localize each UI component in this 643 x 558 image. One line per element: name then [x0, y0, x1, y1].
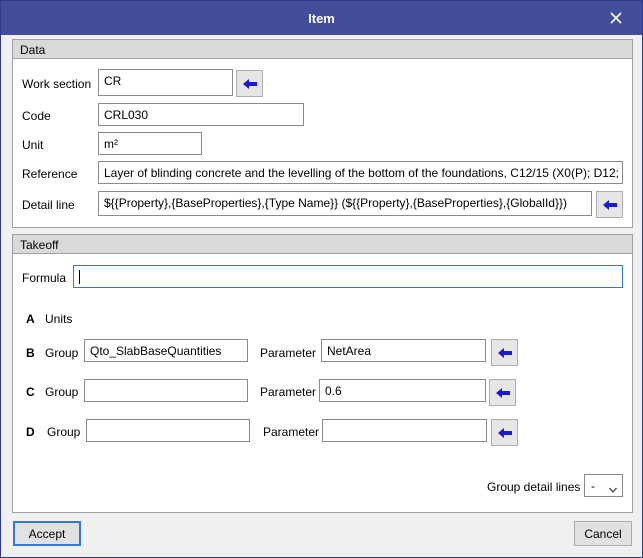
reference-field[interactable]: Layer of blinding concrete and the level…: [98, 161, 623, 184]
row-c-group-field[interactable]: [84, 379, 248, 402]
takeoff-section: Takeoff Formula A Units B Group Qto_Slab…: [12, 234, 633, 513]
text-caret: [79, 270, 80, 284]
data-section: Data Work section CR Code CRL030 Unit m²…: [12, 39, 633, 228]
unit-label: Unit: [22, 138, 44, 152]
code-field[interactable]: CRL030: [98, 103, 304, 126]
group-detail-lines-select[interactable]: -: [584, 474, 623, 497]
group-detail-lines-value: -: [591, 479, 595, 493]
arrow-left-icon: [497, 427, 512, 438]
row-b-select-button[interactable]: [491, 339, 518, 366]
row-c-select-button[interactable]: [489, 379, 516, 406]
row-c-parameter-label: Parameter: [260, 385, 317, 399]
detail-line-field[interactable]: ${{Property},{BaseProperties},{Type Name…: [98, 191, 592, 216]
arrow-left-icon: [495, 387, 510, 398]
row-b-letter: B: [26, 346, 35, 360]
detail-line-select-button[interactable]: [596, 191, 623, 218]
row-b-group-field[interactable]: Qto_SlabBaseQuantities: [84, 339, 248, 362]
row-a-letter: A: [26, 312, 35, 326]
arrow-left-icon: [242, 78, 257, 89]
arrow-left-icon: [497, 347, 512, 358]
work-section-label: Work section: [22, 77, 92, 91]
row-d-parameter-label: Parameter: [263, 425, 320, 439]
accept-button[interactable]: Accept: [13, 521, 81, 546]
window-title: Item: [308, 11, 335, 26]
row-c-group-label: Group: [45, 385, 79, 399]
row-b-parameter-label: Parameter: [260, 346, 317, 360]
unit-field[interactable]: m²: [98, 132, 202, 155]
row-d-group-label: Group: [47, 425, 81, 439]
reference-label: Reference: [22, 167, 78, 181]
formula-input[interactable]: [73, 265, 623, 288]
row-b-group-label: Group: [45, 346, 79, 360]
takeoff-section-header: Takeoff: [13, 235, 632, 254]
row-b-parameter-field[interactable]: NetArea: [321, 339, 486, 362]
cancel-button[interactable]: Cancel: [574, 521, 632, 546]
group-detail-lines-label: Group detail lines: [487, 480, 581, 494]
arrow-left-icon: [602, 199, 617, 210]
title-bar: Item: [1, 1, 642, 35]
row-d-group-field[interactable]: [86, 419, 250, 442]
work-section-field[interactable]: CR: [98, 69, 233, 96]
code-label: Code: [22, 109, 51, 123]
row-a-units-label: Units: [45, 312, 73, 326]
row-d-select-button[interactable]: [491, 419, 518, 446]
work-section-select-button[interactable]: [236, 70, 263, 97]
row-c-parameter-field[interactable]: 0.6: [319, 379, 486, 402]
item-dialog: Item Data Work section CR Code CRL030 Un…: [0, 0, 643, 558]
formula-label: Formula: [22, 271, 67, 285]
detail-line-label: Detail line: [22, 198, 75, 212]
data-section-header: Data: [13, 40, 632, 59]
chevron-down-icon: [609, 482, 617, 496]
close-icon[interactable]: [606, 8, 626, 28]
row-d-parameter-field[interactable]: [322, 419, 487, 442]
row-c-letter: C: [26, 385, 35, 399]
row-d-letter: D: [26, 425, 35, 439]
